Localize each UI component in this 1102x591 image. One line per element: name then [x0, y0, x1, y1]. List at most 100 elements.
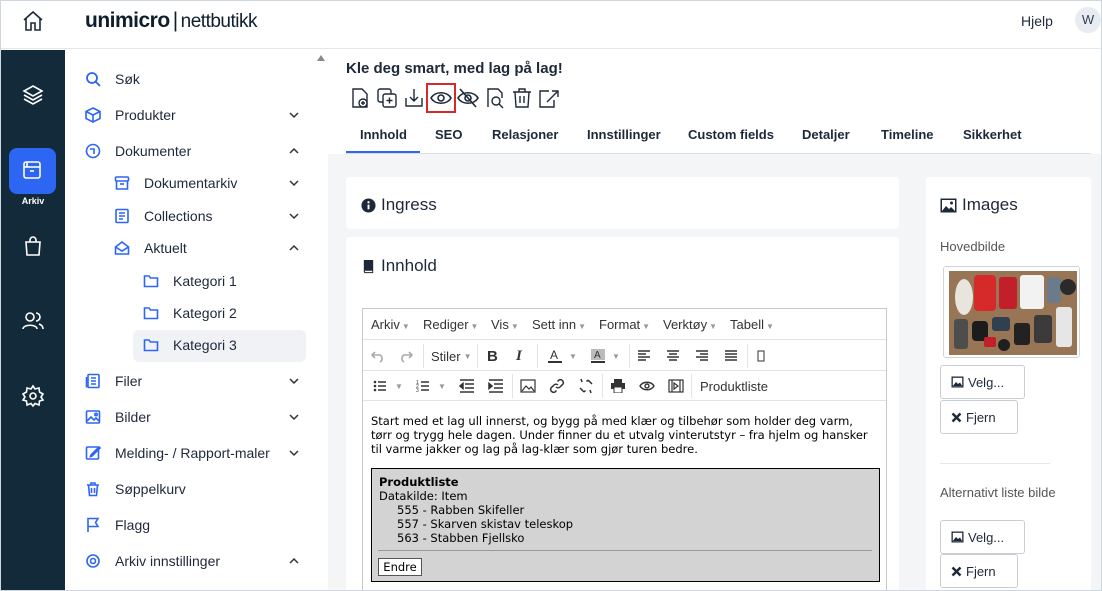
- mobile-preview-icon[interactable]: [756, 346, 766, 366]
- button-label: Velg...: [968, 374, 1005, 390]
- documents-icon: [85, 143, 101, 159]
- tab-custom-fields[interactable]: Custom fields: [688, 127, 774, 142]
- editor-body-text[interactable]: Start med et lag ull innerst, og bygg på…: [371, 414, 876, 456]
- align-center-icon[interactable]: [666, 346, 680, 366]
- toolbar-separator: [477, 344, 478, 368]
- print-icon[interactable]: [610, 376, 626, 396]
- tab-seo[interactable]: SEO: [435, 127, 462, 142]
- svg-text:3: 3: [416, 388, 419, 393]
- text-color-icon[interactable]: A ▼: [547, 346, 577, 366]
- bold-icon[interactable]: B: [487, 346, 498, 366]
- export-icon[interactable]: [537, 86, 561, 110]
- home-icon[interactable]: [21, 9, 45, 33]
- svg-text:A: A: [594, 350, 601, 361]
- redo-icon[interactable]: [399, 346, 413, 366]
- numbered-list-icon[interactable]: 1 2 3 ▼: [416, 376, 446, 396]
- users-icon[interactable]: [21, 309, 45, 333]
- images-divider: [940, 463, 1050, 464]
- rich-text-editor[interactable]: Arkiv ▼ Rediger ▼ Vis ▼ Sett inn ▼ Format ▼ V…: [362, 308, 887, 590]
- main-image-thumbnail[interactable]: [943, 266, 1080, 358]
- menu-insert[interactable]: Sett inn ▼: [532, 317, 586, 332]
- insert-link-icon[interactable]: [549, 376, 565, 396]
- download-icon[interactable]: [402, 86, 426, 110]
- indent-icon[interactable]: [488, 376, 504, 396]
- sidebar-item-trash[interactable]: Søppelkurv: [85, 474, 300, 504]
- select-alt-image-button[interactable]: Velg...: [940, 520, 1025, 554]
- gear-icon: [86, 554, 100, 568]
- media-icon[interactable]: [668, 376, 684, 396]
- delete-trash-icon[interactable]: [510, 86, 534, 110]
- help-link[interactable]: Hjelp: [1021, 13, 1053, 29]
- sidebar-item-archive-settings[interactable]: Arkiv innstillinger: [85, 546, 300, 576]
- layers-icon[interactable]: [21, 83, 45, 107]
- italic-icon[interactable]: I: [516, 346, 522, 366]
- rail-item-archive[interactable]: [9, 148, 56, 194]
- scroll-up-arrow-icon: [317, 55, 325, 61]
- sidebar-item-document-archive[interactable]: Dokumentarkiv: [114, 168, 300, 198]
- sidebar-item-search[interactable]: Søk: [85, 64, 300, 94]
- content-title: Innhold: [361, 256, 437, 276]
- tab-details[interactable]: Detaljer: [802, 127, 850, 142]
- preview-eye-icon[interactable]: [639, 376, 655, 396]
- edit-product-list-button[interactable]: Endre: [378, 558, 422, 576]
- align-justify-icon[interactable]: [724, 346, 738, 366]
- sidebar-item-category-3[interactable]: Kategori 3: [143, 330, 300, 360]
- ingress-card[interactable]: Ingress: [346, 177, 899, 229]
- new-document-icon[interactable]: [348, 86, 372, 110]
- toolbar-separator: [747, 344, 748, 368]
- settings-gear-icon[interactable]: [21, 384, 45, 408]
- rail-active-label: Arkiv: [21, 196, 45, 206]
- shopping-bag-icon[interactable]: [21, 234, 45, 258]
- menu-tools[interactable]: Verktøy ▼: [663, 317, 717, 332]
- bullet-list-icon[interactable]: ▼: [373, 376, 403, 396]
- tab-relations[interactable]: Relasjoner: [492, 127, 558, 142]
- sidebar-item-flags[interactable]: Flagg: [85, 510, 300, 540]
- sidebar-item-message-report-templates[interactable]: Melding- / Rapport-maler: [85, 438, 300, 468]
- menu-label: Sett inn: [532, 317, 577, 332]
- sidebar-item-images[interactable]: Bilder: [85, 402, 300, 432]
- undo-icon[interactable]: [371, 346, 385, 366]
- preview-eye-icon[interactable]: [426, 83, 456, 113]
- sidebar-item-category-2[interactable]: Kategori 2: [143, 298, 300, 328]
- hide-eye-slash-icon[interactable]: [456, 86, 480, 110]
- chevron-down-icon: [289, 450, 299, 457]
- sidebar-item-category-1[interactable]: Kategori 1: [143, 266, 300, 296]
- background-color-icon[interactable]: A ▼: [590, 346, 620, 366]
- select-main-image-button[interactable]: Velg...: [940, 365, 1025, 399]
- sidebar-item-files[interactable]: Filer: [85, 366, 300, 396]
- sidebar-item-products[interactable]: Produkter: [85, 100, 300, 130]
- toolbar-separator: [512, 374, 513, 398]
- ingress-title: Ingress: [361, 195, 437, 215]
- styles-dropdown[interactable]: Stiler ▼: [431, 346, 472, 366]
- sidebar-item-collections[interactable]: Collections: [114, 201, 300, 231]
- caret-down-icon: ▼: [401, 322, 410, 331]
- align-left-icon[interactable]: [637, 346, 651, 366]
- sidebar-item-label: Arkiv innstillinger: [115, 553, 221, 569]
- menu-file[interactable]: Arkiv ▼: [371, 317, 410, 332]
- outdent-icon[interactable]: [459, 376, 475, 396]
- produktliste-button[interactable]: Produktliste: [700, 376, 768, 396]
- tab-timeline[interactable]: Timeline: [881, 127, 934, 142]
- sidebar-scrollbar[interactable]: [317, 53, 325, 590]
- tab-content[interactable]: Innhold: [360, 127, 407, 142]
- tab-settings[interactable]: Innstillinger: [587, 127, 661, 142]
- sidebar-item-label: Søppelkurv: [115, 481, 186, 497]
- menu-edit[interactable]: Rediger ▼: [423, 317, 478, 332]
- inspect-document-icon[interactable]: [483, 86, 507, 110]
- chevron-down-icon: [289, 213, 299, 220]
- tab-active-indicator: [346, 151, 420, 153]
- remove-link-icon[interactable]: [578, 376, 594, 396]
- tab-security[interactable]: Sikkerhet: [963, 127, 1022, 142]
- insert-image-icon[interactable]: [520, 376, 536, 396]
- remove-alt-image-button[interactable]: Fjern: [940, 554, 1018, 588]
- menu-table[interactable]: Tabell ▼: [730, 317, 774, 332]
- sidebar-item-news[interactable]: Aktuelt: [114, 233, 300, 263]
- sidebar-item-documents[interactable]: Dokumenter: [85, 136, 300, 166]
- duplicate-icon[interactable]: [375, 86, 399, 110]
- align-right-icon[interactable]: [695, 346, 709, 366]
- remove-main-image-button[interactable]: Fjern: [940, 400, 1018, 434]
- menu-format[interactable]: Format ▼: [599, 317, 650, 332]
- avatar[interactable]: W: [1075, 7, 1101, 33]
- editor-toolbar-2: ▼ 1 2 3 ▼ Produktliste: [363, 371, 886, 401]
- menu-view[interactable]: Vis ▼: [491, 317, 519, 332]
